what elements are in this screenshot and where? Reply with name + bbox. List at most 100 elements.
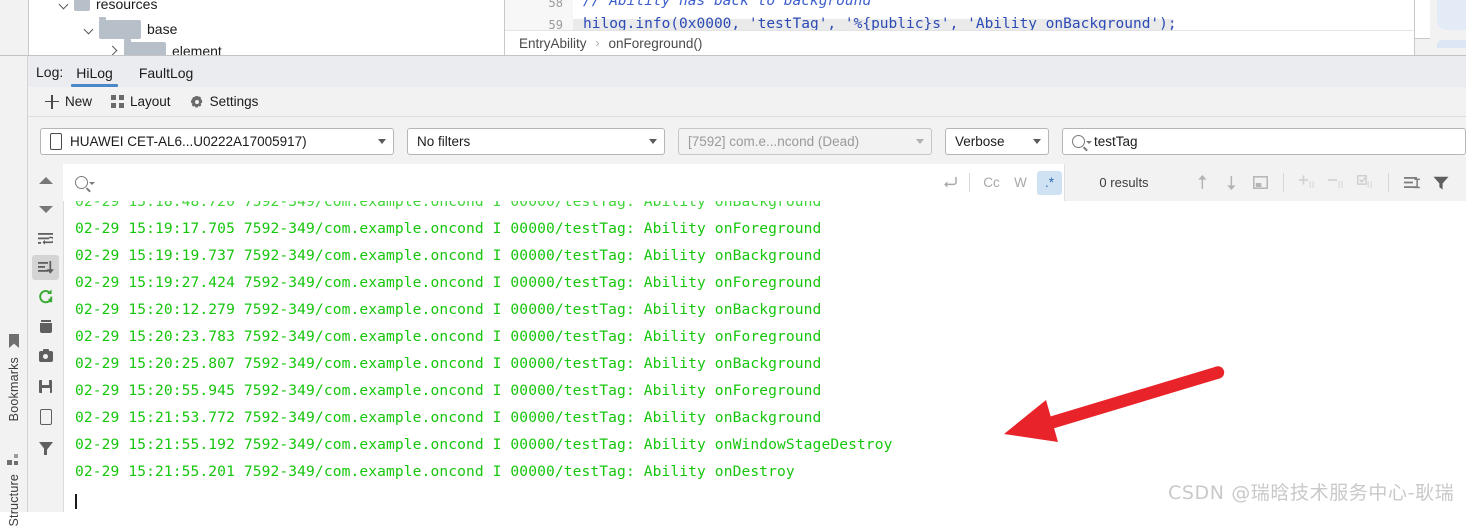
search-results-count: 0 results [1064, 164, 1183, 201]
log-line: 02-29 15:19:17.705 7592-349/com.example.… [75, 220, 822, 237]
process-selector[interactable]: [7592] com.e...ncond (Dead) [678, 127, 932, 155]
settings-button[interactable]: Settings [183, 92, 266, 111]
wrap-text-icon[interactable] [1399, 171, 1425, 195]
add-bookmark-icon[interactable] [1294, 171, 1320, 195]
rail-item-structure[interactable]: Structure [0, 452, 27, 527]
log-line: 02-29 15:21:55.201 7592-349/com.example.… [75, 463, 795, 480]
tab-faultlog[interactable]: FaultLog [126, 65, 206, 87]
right-rail-white-block [1415, 0, 1430, 39]
tab-hilog[interactable]: HiLog [63, 65, 126, 87]
device-selector[interactable]: HUAWEI CET-AL6...U0222A17005917) [40, 127, 394, 155]
clear-log-icon[interactable] [32, 314, 59, 339]
toggle-bookmark-icon[interactable] [1352, 171, 1378, 195]
top-clipped-strip: resources base element 58 59 // Ability … [0, 0, 1466, 55]
tree-item-base[interactable]: base [82, 16, 178, 40]
chevron-down-icon[interactable] [82, 22, 96, 36]
rail-item-label: Bookmarks [6, 357, 21, 422]
device-selector-value: HUAWEI CET-AL6...U0222A17005917) [70, 133, 307, 149]
left-gutter-top [0, 0, 29, 55]
chevron-right-icon[interactable] [107, 44, 121, 55]
log-line: 02-29 15:20:23.783 7592-349/com.example.… [75, 328, 822, 345]
filter-icon[interactable] [32, 434, 59, 459]
scroll-down-icon[interactable] [32, 197, 59, 222]
new-button-label: New [65, 94, 93, 109]
log-line: 02-29 15:20:55.945 7592-349/com.example.… [75, 382, 822, 399]
chevron-down-icon [1033, 138, 1041, 144]
breadcrumb-separator-icon: › [595, 36, 600, 50]
right-panel-highlight [1437, 0, 1466, 30]
tag-search-input[interactable]: testTag [1062, 127, 1466, 155]
tag-search-value: testTag [1094, 133, 1138, 149]
code-line-comment: // Ability has back to background [583, 0, 872, 9]
new-button[interactable]: New [38, 92, 99, 111]
device-icon [50, 132, 62, 150]
log-output-list[interactable]: 02-29 15:18:48.720 7592-349/com.example.… [63, 201, 1466, 512]
tree-item-resources[interactable]: resources [57, 0, 157, 15]
log-line: 02-29 15:20:25.807 7592-349/com.example.… [75, 355, 822, 372]
folder-icon [99, 16, 141, 39]
filter-icon[interactable] [1428, 171, 1454, 195]
folder-icon [74, 0, 90, 11]
restart-icon[interactable] [32, 284, 59, 309]
list-left-border [63, 201, 64, 512]
toolbar-divider [969, 173, 970, 192]
tree-item-element[interactable]: element [107, 38, 222, 55]
chevron-down-icon[interactable] [57, 0, 71, 11]
log-icon-column [28, 164, 64, 512]
remove-bookmark-icon[interactable] [1323, 171, 1349, 195]
rail-item-bookmarks[interactable]: Bookmarks [0, 334, 27, 421]
log-line: 02-29 15:18:48.720 7592-349/com.example.… [75, 201, 822, 210]
scroll-up-icon[interactable] [32, 168, 59, 193]
log-line: 02-29 15:19:27.424 7592-349/com.example.… [75, 274, 822, 291]
chevron-down-icon [378, 138, 386, 144]
tree-item-label: base [147, 21, 178, 37]
log-line: 02-29 15:20:12.279 7592-349/com.example.… [75, 301, 822, 318]
line-number: 58 [548, 0, 563, 10]
layout-icon [111, 95, 125, 108]
log-prefix-label: Log: [36, 64, 64, 80]
log-search-input[interactable] [63, 164, 936, 201]
scroll-to-end-icon[interactable] [32, 255, 59, 280]
prev-occurrence-icon[interactable] [1189, 171, 1215, 195]
open-in-window-icon[interactable] [1247, 171, 1273, 195]
structure-icon [7, 452, 20, 468]
log-nav-icons [1183, 164, 1466, 201]
breadcrumb-method[interactable]: onForeground() [609, 36, 703, 51]
project-tree-panel[interactable]: resources base element [29, 0, 503, 55]
tree-item-label: resources [96, 0, 158, 12]
log-action-toolbar: New Layout Settings [28, 87, 1466, 117]
regex-toggle[interactable]: .* [1037, 170, 1062, 195]
folder-icon [124, 38, 166, 55]
search-icon [1072, 134, 1092, 148]
log-body: Cc W .* 0 results 02-29 15:18:48.720 759… [28, 164, 1466, 512]
line-number: 59 [548, 18, 563, 30]
filter-selector[interactable]: No filters [407, 127, 665, 155]
log-filter-toolbar: HUAWEI CET-AL6...U0222A17005917) No filt… [28, 118, 1466, 164]
log-tool-window: Bookmarks Structure Log: HiLog FaultLog … [0, 55, 1466, 527]
log-line: 02-29 15:21:53.772 7592-349/com.example.… [75, 409, 822, 426]
new-line-icon[interactable] [936, 171, 962, 195]
screenshot-icon[interactable] [32, 344, 59, 369]
breadcrumb[interactable]: EntryAbility › onForeground() [505, 30, 1415, 55]
soft-wrap-icon[interactable] [32, 226, 59, 251]
log-line: 02-29 15:21:55.192 7592-349/com.example.… [75, 436, 893, 453]
whole-words-toggle[interactable]: W [1008, 171, 1033, 195]
match-case-toggle[interactable]: Cc [979, 171, 1004, 195]
chevron-down-icon [916, 138, 924, 144]
process-selector-value: [7592] com.e...ncond (Dead) [688, 133, 860, 149]
log-tab-strip: Log: HiLog FaultLog [28, 56, 1466, 87]
code-editor-panel[interactable]: 58 59 // Ability has back to background … [504, 0, 1415, 55]
log-level-value: Verbose [955, 133, 1005, 149]
search-icon [75, 176, 95, 189]
right-panel-strip [1437, 40, 1466, 48]
breadcrumb-class[interactable]: EntryAbility [519, 36, 587, 51]
log-line: 02-29 15:19:19.737 7592-349/com.example.… [75, 247, 822, 264]
right-rail-top [1414, 0, 1466, 55]
log-search-row: Cc W .* 0 results [63, 164, 1466, 202]
next-occurrence-icon[interactable] [1218, 171, 1244, 195]
layout-button[interactable]: Layout [104, 92, 178, 111]
save-log-icon[interactable] [32, 374, 59, 399]
watermark: CSDN @瑞晗技术服务中心-耿瑞 [1168, 482, 1455, 504]
log-level-selector[interactable]: Verbose [945, 127, 1049, 155]
device-icon[interactable] [32, 404, 59, 429]
